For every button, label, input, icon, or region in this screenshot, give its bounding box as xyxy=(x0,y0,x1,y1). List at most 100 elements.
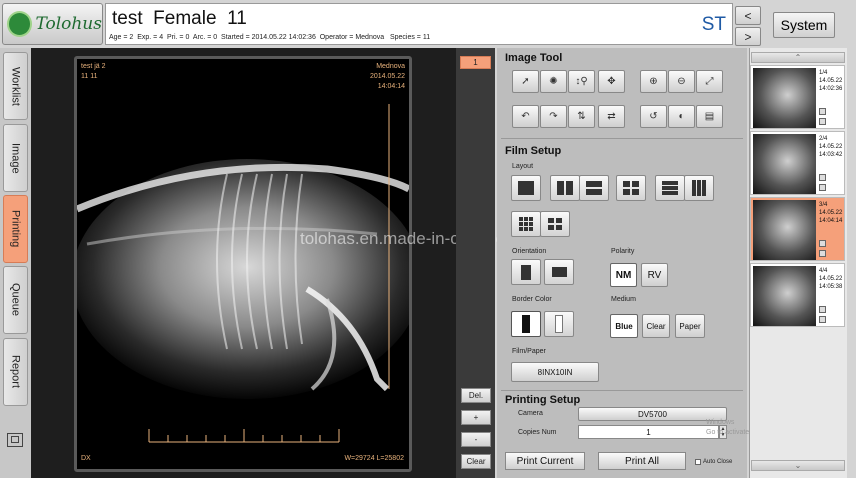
window-level-icon[interactable]: ✺ xyxy=(540,70,567,93)
zoom-in-icon[interactable]: ⊕ xyxy=(640,70,667,93)
tab-report[interactable]: Report xyxy=(3,338,28,406)
print-current-button[interactable]: Print Current xyxy=(505,452,585,470)
border-white-icon[interactable] xyxy=(544,311,574,337)
scroll-down-button[interactable]: ⌄ xyxy=(751,460,845,471)
tab-label: Worklist xyxy=(9,66,22,106)
layout-1x3-icon[interactable] xyxy=(684,175,714,201)
thumbnail-print-icon[interactable] xyxy=(819,306,826,313)
tab-printing[interactable]: Printing xyxy=(3,195,28,263)
thumbnail-image-icon[interactable] xyxy=(819,118,826,125)
flip-horizontal-icon[interactable]: ⇄ xyxy=(598,105,625,128)
layout-1x1-icon[interactable] xyxy=(511,175,541,201)
landscape-icon[interactable] xyxy=(544,259,574,285)
thumbnail-print-icon[interactable] xyxy=(819,240,826,247)
tab-worklist[interactable]: Worklist xyxy=(3,52,28,120)
thumbnail-print-icon[interactable] xyxy=(819,174,826,181)
thumbnail-2[interactable]: 2/4 14.05.22 14:03:42 xyxy=(750,131,845,195)
remove-page-button[interactable]: - xyxy=(461,432,491,447)
tab-image[interactable]: Image xyxy=(3,124,28,192)
tab-label: Printing xyxy=(9,210,22,248)
prev-patient-button[interactable]: < xyxy=(735,6,761,25)
tab-label: Report xyxy=(9,355,22,389)
film-size-select[interactable]: 8INX10IN xyxy=(511,362,599,382)
undo-icon[interactable]: ↺ xyxy=(640,105,667,128)
thumbnail-image-icon[interactable] xyxy=(819,250,826,257)
printing-setup-title: Printing Setup xyxy=(505,394,581,406)
page-number-badge[interactable]: 1 xyxy=(460,56,491,69)
next-patient-button[interactable]: > xyxy=(735,27,761,46)
overlay-window-level: W=29724 L=25802 xyxy=(344,455,404,462)
border-color-label: Border Color xyxy=(512,296,552,303)
rotate-left-icon[interactable]: ↶ xyxy=(512,105,539,128)
add-page-button[interactable]: + xyxy=(461,410,491,425)
polarity-rv-button[interactable]: RV xyxy=(641,263,668,287)
window-layout-icon[interactable] xyxy=(7,433,23,447)
thumbnail-image xyxy=(753,134,816,194)
thumbnail-4[interactable]: 4/4 14.05.22 14:05:38 xyxy=(750,263,845,327)
layout-label: Layout xyxy=(512,163,534,170)
film-frame[interactable]: test jä 2 11 11 Mednova 2014.05.22 14:04… xyxy=(74,56,412,472)
medium-paper-button[interactable]: Paper xyxy=(675,314,705,338)
thumbnail-image-icon[interactable] xyxy=(819,316,826,323)
logo-emblem xyxy=(7,11,33,37)
overlay-top-right: Mednova 2014.05.22 14:04:14 xyxy=(369,63,405,90)
pointer-icon[interactable]: ➚ xyxy=(512,70,539,93)
thumbnail-image xyxy=(753,266,816,326)
thumbnail-image xyxy=(753,200,816,260)
fit-window-icon[interactable]: ⤢ xyxy=(696,70,723,93)
zoom-tool-icon[interactable]: ↕⚲ xyxy=(568,70,595,93)
annotation-icon[interactable]: ▤ xyxy=(696,105,723,128)
pan-icon[interactable]: ✥ xyxy=(598,70,625,93)
film-paper-label: Film/Paper xyxy=(512,348,546,355)
tab-label: Image xyxy=(9,142,22,174)
medium-blue-button[interactable]: Blue xyxy=(610,314,638,338)
app-logo: Tolohus xyxy=(2,3,103,45)
thumbnail-info: 2/4 14.05.22 14:03:42 xyxy=(819,136,843,158)
patient-header: test Female 11 Age = 2 Exp. = 4 Pri. = 0… xyxy=(105,3,733,45)
thumbnail-image-icon[interactable] xyxy=(819,184,826,191)
medium-clear-button[interactable]: Clear xyxy=(642,314,670,338)
layout-2x2-icon[interactable] xyxy=(616,175,646,201)
portrait-icon[interactable] xyxy=(511,259,541,285)
xray-image xyxy=(77,59,409,469)
divider xyxy=(501,390,743,391)
layout-2x2-small-icon[interactable] xyxy=(540,211,570,237)
flip-vertical-icon[interactable]: ⇅ xyxy=(568,105,595,128)
clear-button[interactable]: Clear xyxy=(461,454,491,469)
tab-label: Queue xyxy=(9,283,22,317)
auto-close-checkbox[interactable] xyxy=(695,459,701,465)
rotate-right-icon[interactable]: ↷ xyxy=(540,105,567,128)
thumbnail-print-icon[interactable] xyxy=(819,108,826,115)
system-button[interactable]: System xyxy=(773,12,835,38)
layout-2x1-icon[interactable] xyxy=(579,175,609,201)
invert-icon[interactable]: ◐ xyxy=(668,105,695,128)
orientation-label: Orientation xyxy=(512,248,547,255)
sidebar: Worklist Image Printing Queue Report xyxy=(0,48,31,478)
overlay-top-left: test jä 2 11 11 xyxy=(81,63,106,80)
film-controls: Del. + - Clear xyxy=(456,48,495,478)
polarity-label: Polarity xyxy=(611,248,635,255)
thumbnail-1[interactable]: 1/4 14.05.22 14:02:36 xyxy=(750,65,845,129)
delete-button[interactable]: Del. xyxy=(461,388,491,403)
layout-1x2-icon[interactable] xyxy=(550,175,580,201)
layout-3x3-icon[interactable] xyxy=(511,211,541,237)
thumbnail-3[interactable]: 3/4 14.05.22 14:04:14 xyxy=(750,197,845,261)
film-setup-title: Film Setup xyxy=(505,145,562,157)
scroll-up-button[interactable]: ⌃ xyxy=(751,52,845,63)
image-tool-title: Image Tool xyxy=(505,52,563,64)
border-black-icon[interactable] xyxy=(511,311,541,337)
thumbnail-info: 4/4 14.05.22 14:05:38 xyxy=(819,268,843,290)
overlay-modality: DX xyxy=(81,455,91,462)
divider xyxy=(501,138,743,139)
tab-queue[interactable]: Queue xyxy=(3,266,28,334)
medium-label: Medium xyxy=(611,296,636,303)
polarity-nm-button[interactable]: NM xyxy=(610,263,637,287)
camera-select[interactable]: DV5700 xyxy=(578,407,727,421)
copies-input[interactable]: 1 xyxy=(578,425,719,439)
zoom-out-icon[interactable]: ⊖ xyxy=(668,70,695,93)
logo-text: Tolohus xyxy=(35,14,102,34)
thumbnail-info: 1/4 14.05.22 14:02:36 xyxy=(819,70,843,92)
layout-3x1-icon[interactable] xyxy=(655,175,685,201)
print-all-button[interactable]: Print All xyxy=(598,452,686,470)
camera-label: Camera xyxy=(518,410,543,417)
